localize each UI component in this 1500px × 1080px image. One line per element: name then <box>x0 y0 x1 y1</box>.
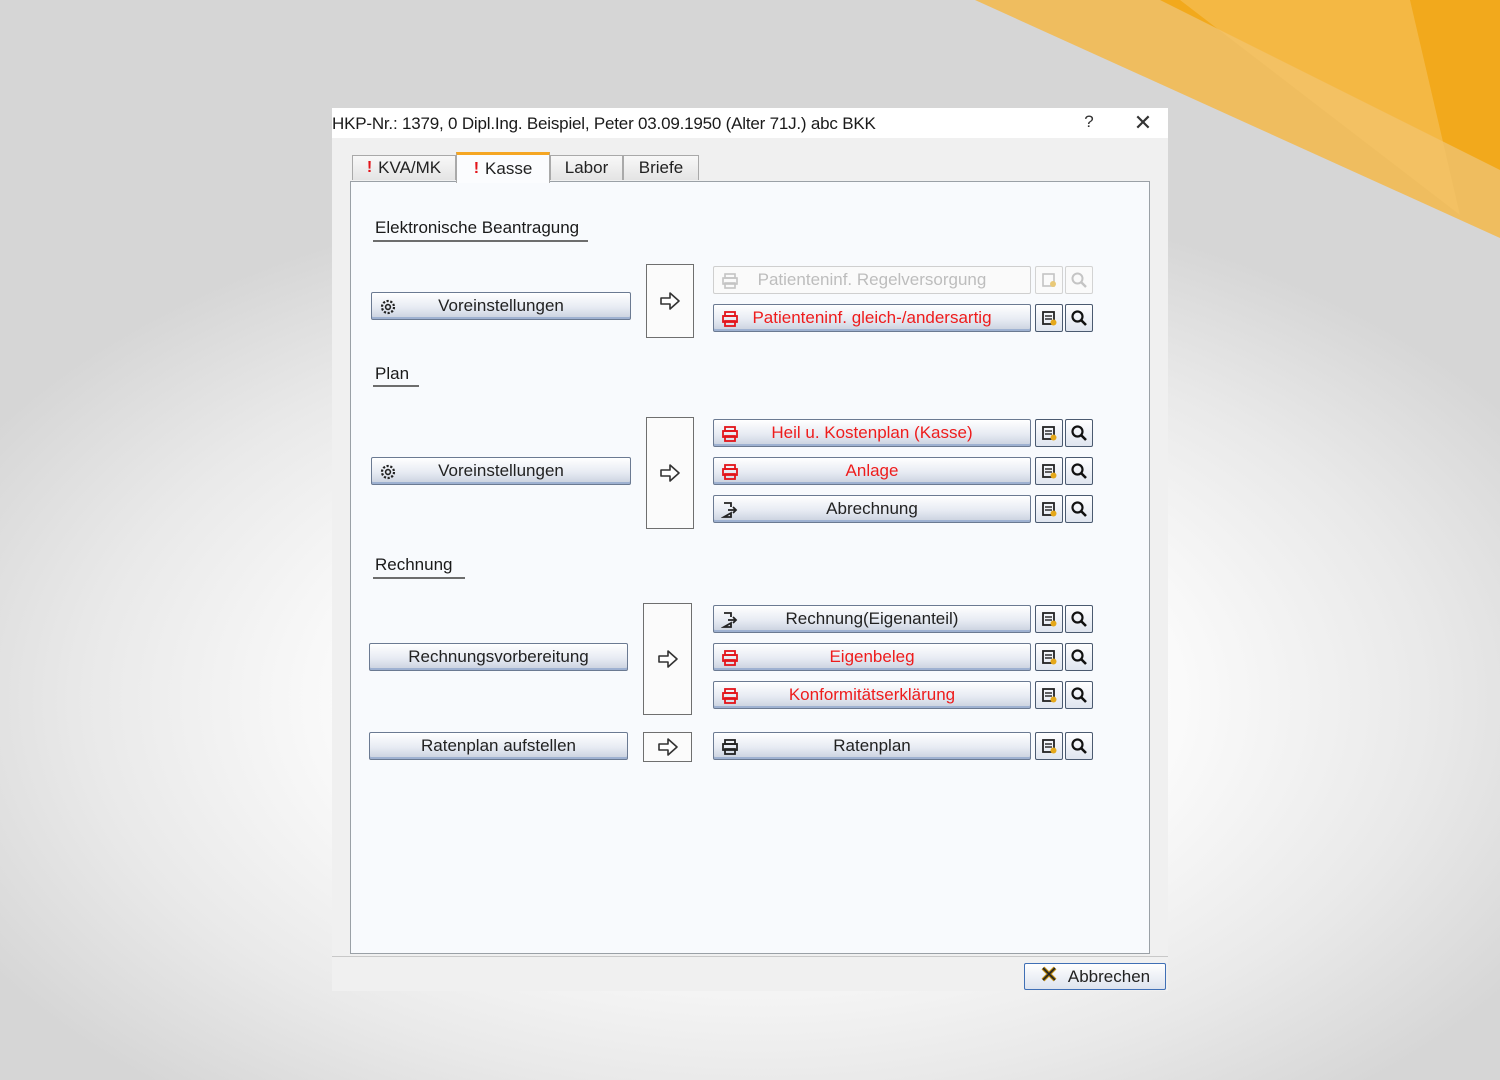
tab-label: KVA/MK <box>378 158 442 177</box>
rechnung-eigenanteil-button[interactable]: Rechnung(Eigenanteil) <box>713 605 1031 633</box>
section-underline <box>373 385 419 387</box>
section-underline <box>373 240 588 242</box>
voreinstellungen-button-plan[interactable]: Voreinstellungen <box>371 457 631 485</box>
patienteninf-gleich-andersartig-button[interactable]: Patienteninf. gleich-/andersartig <box>713 304 1031 332</box>
eigenbeleg-button[interactable]: Eigenbeleg <box>713 643 1031 671</box>
cancel-x-icon <box>1040 965 1058 988</box>
voreinstellungen-button-elektronisch[interactable]: Voreinstellungen <box>371 292 631 320</box>
print-preview-icon[interactable] <box>1035 643 1063 671</box>
button-label: Abrechnung <box>826 499 918 518</box>
magnifier-icon[interactable] <box>1065 266 1093 294</box>
magnifier-icon[interactable] <box>1065 643 1093 671</box>
gear-icon <box>378 462 398 482</box>
magnifier-icon[interactable] <box>1065 419 1093 447</box>
print-preview-icon[interactable] <box>1035 732 1063 760</box>
button-label: Abbrechen <box>1067 966 1151 986</box>
hkp-dialog: HKP-Nr.: 1379, 0 Dipl.Ing. Beispiel, Pet… <box>332 108 1168 991</box>
button-label: Rechnungsvorbereitung <box>408 647 589 666</box>
printer-icon <box>720 648 740 668</box>
ratenplan-aufstellen-button[interactable]: Ratenplan aufstellen <box>369 732 628 760</box>
tab-label: Kasse <box>485 159 533 178</box>
magnifier-icon[interactable] <box>1065 605 1093 633</box>
print-preview-icon[interactable] <box>1035 457 1063 485</box>
print-preview-icon[interactable] <box>1035 266 1063 294</box>
right-arrow-icon <box>646 264 694 338</box>
patienteninf-regelversorgung-button[interactable]: Patienteninf. Regelversorgung <box>713 266 1031 294</box>
print-preview-icon[interactable] <box>1035 419 1063 447</box>
printer-icon <box>720 271 740 291</box>
rechnungsvorbereitung-button[interactable]: Rechnungsvorbereitung <box>369 643 628 671</box>
anlage-button[interactable]: Anlage <box>713 457 1031 485</box>
printer-icon <box>720 462 740 482</box>
title-bar: HKP-Nr.: 1379, 0 Dipl.Ing. Beispiel, Pet… <box>332 108 1168 138</box>
printer-icon <box>720 309 740 329</box>
button-label: Ratenplan aufstellen <box>420 736 576 755</box>
print-preview-icon[interactable] <box>1035 605 1063 633</box>
alert-icon: ! <box>473 160 480 177</box>
heil-kostenplan-button[interactable]: Heil u. Kostenplan (Kasse) <box>713 419 1031 447</box>
printer-icon <box>720 686 740 706</box>
print-preview-icon[interactable] <box>1035 681 1063 709</box>
button-label: Rechnung(Eigenanteil) <box>785 609 959 628</box>
magnifier-icon[interactable] <box>1065 304 1093 332</box>
button-label: Patienteninf. Regelversorgung <box>757 270 987 289</box>
alert-icon: ! <box>366 159 373 176</box>
window-title: HKP-Nr.: 1379, 0 Dipl.Ing. Beispiel, Pet… <box>332 114 876 133</box>
button-label: Ratenplan <box>833 736 911 755</box>
button-label: Eigenbeleg <box>829 647 915 666</box>
right-arrow-icon <box>646 417 694 529</box>
tab-labor[interactable]: Labor <box>550 155 623 180</box>
button-label: Heil u. Kostenplan (Kasse) <box>771 423 973 442</box>
section-heading-rechnung: Rechnung <box>375 555 453 574</box>
button-label: Anlage <box>845 461 899 480</box>
abrechnung-button[interactable]: Abrechnung <box>713 495 1031 523</box>
abbrechen-button[interactable]: Abbrechen <box>1024 963 1166 990</box>
right-arrow-icon <box>643 732 692 762</box>
close-button[interactable]: ✕ <box>1130 110 1156 136</box>
konformitaetserklaerung-button[interactable]: Konformitätserklärung <box>713 681 1031 709</box>
section-heading-elektronisch: Elektronische Beantragung <box>375 218 580 237</box>
print-preview-icon[interactable] <box>1035 304 1063 332</box>
tab-briefe[interactable]: Briefe <box>623 155 699 180</box>
button-label: Voreinstellungen <box>438 296 564 315</box>
button-label: Voreinstellungen <box>438 461 564 480</box>
tab-kasse[interactable]: ! Kasse <box>456 152 550 183</box>
printer-icon <box>720 424 740 444</box>
export-icon <box>720 500 740 520</box>
button-label: Patienteninf. gleich-/andersartig <box>752 308 992 327</box>
magnifier-icon[interactable] <box>1065 732 1093 760</box>
magnifier-icon[interactable] <box>1065 495 1093 523</box>
print-preview-icon[interactable] <box>1035 495 1063 523</box>
tab-kva-mk[interactable]: ! KVA/MK <box>352 155 456 180</box>
kasse-panel: Elektronische Beantragung Voreinstellung… <box>350 181 1150 954</box>
footer-separator <box>332 956 1168 957</box>
tab-label: Labor <box>564 158 609 177</box>
section-heading-plan: Plan <box>375 364 410 383</box>
magnifier-icon[interactable] <box>1065 681 1093 709</box>
section-underline <box>373 577 465 579</box>
ratenplan-button[interactable]: Ratenplan <box>713 732 1031 760</box>
button-label: Konformitätserklärung <box>788 685 956 704</box>
export-icon <box>720 610 740 630</box>
magnifier-icon[interactable] <box>1065 457 1093 485</box>
right-arrow-icon <box>643 603 692 715</box>
gear-icon <box>378 297 398 317</box>
tab-strip: ! KVA/MK ! Kasse Labor Briefe <box>350 152 1150 183</box>
tab-label: Briefe <box>638 158 684 177</box>
help-button[interactable]: ? <box>1077 112 1101 134</box>
printer-icon <box>720 737 740 757</box>
